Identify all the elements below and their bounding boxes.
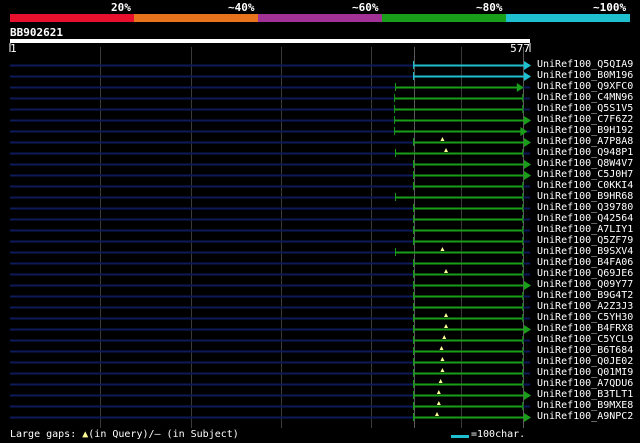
- hit-arrow: [524, 171, 531, 180]
- scale-legend-line: [451, 435, 469, 438]
- hit-arrow: [516, 83, 524, 92]
- gap-marker: [438, 379, 443, 383]
- hit-label[interactable]: UniRef100_A7LIY1: [537, 224, 633, 235]
- hit-label[interactable]: UniRef100_Q09Y77: [537, 279, 633, 290]
- hit-label[interactable]: UniRef100_C0KKI4: [537, 180, 633, 191]
- large-gaps-legend: Large gaps: ▲(in Query)/– (in Subject): [10, 429, 239, 440]
- hit-arrow: [524, 391, 531, 400]
- hit-arrow: [524, 413, 531, 422]
- hit-label[interactable]: UniRef100_C5YCL9: [537, 334, 633, 345]
- hit-label[interactable]: UniRef100_B0M196: [537, 70, 633, 81]
- hit-arrow: [524, 72, 531, 81]
- hit-label[interactable]: UniRef100_Q5ZF79: [537, 235, 633, 246]
- hit-label[interactable]: UniRef100_C5YH30: [537, 312, 633, 323]
- gap-marker: [440, 247, 445, 251]
- hit-arrow: [524, 281, 531, 290]
- gap-marker: [444, 148, 449, 152]
- hit-arrow: [524, 61, 531, 70]
- hit-label[interactable]: UniRef100_Q39780: [537, 202, 633, 213]
- gap-marker: [436, 401, 441, 405]
- hit-label[interactable]: UniRef100_B4FA06: [537, 257, 633, 268]
- hit-label[interactable]: UniRef100_B4FRX8: [537, 323, 633, 334]
- gap-marker: [436, 390, 441, 394]
- hit-label[interactable]: UniRef100_C4MN96: [537, 92, 633, 103]
- hit-label[interactable]: UniRef100_Q9XFC0: [537, 81, 633, 92]
- gap-marker: [444, 313, 449, 317]
- large-gaps-suffix: (in Query)/– (in Subject): [88, 429, 239, 440]
- hit-label[interactable]: UniRef100_Q0JE02: [537, 356, 633, 367]
- gap-marker: [444, 324, 449, 328]
- hit-label[interactable]: UniRef100_B9MXE8: [537, 400, 633, 411]
- hit-label[interactable]: UniRef100_Q01MI9: [537, 367, 633, 378]
- gap-marker: [440, 368, 445, 372]
- hit-arrow: [524, 160, 531, 169]
- hit-label[interactable]: UniRef100_B6T684: [537, 345, 633, 356]
- hit-label[interactable]: UniRef100_A2Z3J3: [537, 301, 633, 312]
- hit-label[interactable]: UniRef100_B3TLT1: [537, 389, 633, 400]
- gap-marker: [442, 335, 447, 339]
- hit-label[interactable]: UniRef100_Q69JE6: [537, 268, 633, 279]
- hit-label[interactable]: UniRef100_Q5QIA9: [537, 59, 633, 70]
- hit-label[interactable]: UniRef100_Q42564: [537, 213, 633, 224]
- hit-label[interactable]: UniRef100_Q8W4V7: [537, 158, 633, 169]
- hit-label[interactable]: UniRef100_C7F6Z2: [537, 114, 633, 125]
- hit-label[interactable]: UniRef100_A7QDU6: [537, 378, 633, 389]
- hit-label[interactable]: UniRef100_A9NPC2: [537, 411, 633, 422]
- hit-label[interactable]: UniRef100_B9HR68: [537, 191, 633, 202]
- hit-label[interactable]: UniRef100_B9G4T2: [537, 290, 633, 301]
- hit-label[interactable]: UniRef100_Q5S1V5: [537, 103, 633, 114]
- gap-marker: [440, 137, 445, 141]
- gap-marker: [435, 412, 440, 416]
- hit-arrow: [524, 325, 531, 334]
- hit-label[interactable]: UniRef100_B9H192: [537, 125, 633, 136]
- hit-label[interactable]: UniRef100_C5J0H7: [537, 169, 633, 180]
- scale-legend-text: =100char.: [471, 429, 526, 440]
- hit-label[interactable]: UniRef100_A7P8A8: [537, 136, 633, 147]
- gap-marker: [439, 346, 444, 350]
- hit-arrow: [524, 138, 531, 147]
- hit-label[interactable]: UniRef100_B9SXV4: [537, 246, 633, 257]
- hit-arrow: [524, 116, 531, 125]
- large-gaps-prefix: Large gaps:: [10, 429, 83, 440]
- hit-label[interactable]: UniRef100_Q948P1: [537, 147, 633, 158]
- gap-marker: [440, 357, 445, 361]
- gap-marker: [444, 269, 449, 273]
